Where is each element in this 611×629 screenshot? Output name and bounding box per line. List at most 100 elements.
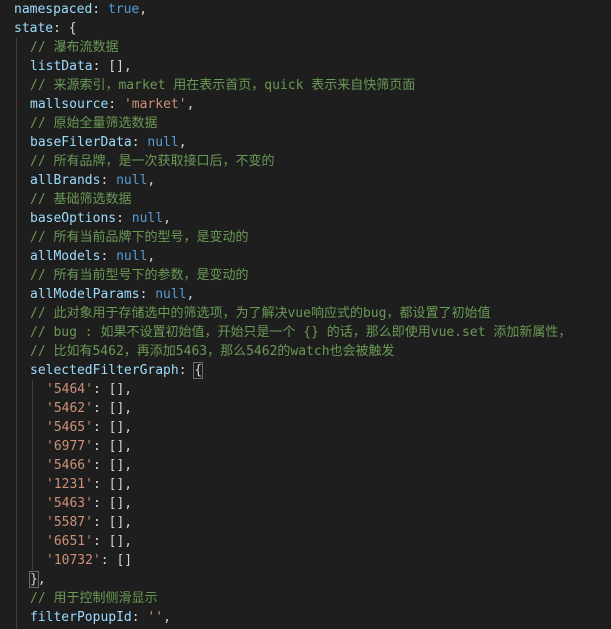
code-line: '1231': [], xyxy=(46,475,132,494)
code-token-key: namespaced xyxy=(14,2,93,17)
code-token-punct: : xyxy=(116,211,132,226)
code-line: namespaced: true, xyxy=(14,0,147,19)
code-line: '5462': [], xyxy=(46,399,132,418)
code-line: // bug : 如果不设置初始值，开始只是一个 {} 的话，那么即使用vue.… xyxy=(30,323,571,342)
code-token-punct: : [], xyxy=(92,477,133,492)
code-token-punct: : xyxy=(139,287,156,302)
code-line: '6651': [], xyxy=(46,532,132,551)
code-line: allModelParams: null, xyxy=(30,285,194,304)
code-token-punct: , xyxy=(163,211,171,226)
code-token-key: baseFilerData xyxy=(30,135,132,150)
code-token-punct: , xyxy=(186,287,195,302)
code-line: listData: [], xyxy=(30,57,132,76)
code-line: // 来源索引，market 用在表示首页，quick 表示来自快筛页面 xyxy=(30,76,415,95)
code-line: mallsource: 'market', xyxy=(30,95,194,114)
code-token-punct: : [], xyxy=(92,401,133,416)
code-token-str: 'market' xyxy=(123,97,187,112)
code-token-comment: // 来源索引，market 用在表示首页，quick 表示来自快筛页面 xyxy=(30,78,416,93)
code-token-comment: // 瀑布流数据 xyxy=(30,40,119,55)
code-token-punct: : xyxy=(178,363,195,378)
code-token-punct: : [], xyxy=(92,534,133,549)
code-line: // 所有品牌，是一次获取接口后，不变的 xyxy=(30,152,274,171)
code-line: baseFilerData: null, xyxy=(30,133,187,152)
indent-guide xyxy=(16,38,17,629)
code-line: '5465': [], xyxy=(46,418,132,437)
code-line: selectedFilterGraph: { xyxy=(30,361,204,380)
indent-guide xyxy=(32,380,33,570)
code-token-comment: // 基础筛选数据 xyxy=(30,192,132,207)
code-line: '5587': [], xyxy=(46,513,132,532)
code-token-key: allModels xyxy=(30,249,101,264)
code-line: filterPopupId: '', xyxy=(30,608,171,627)
code-line: // 所有当前品牌下的型号，是变动的 xyxy=(30,228,248,247)
code-token-kw: true xyxy=(107,2,140,17)
code-editor[interactable]: namespaced: true, state: { // 瀑布流数据 listDat… xyxy=(0,0,611,629)
code-token-punct: , xyxy=(147,249,156,264)
code-token-str: '5462' xyxy=(46,401,93,416)
code-token-punct: : xyxy=(100,249,117,264)
code-token-punct: : [], xyxy=(92,420,133,435)
code-line: // 瀑布流数据 xyxy=(30,38,118,57)
code-token-str: '1231' xyxy=(46,477,93,492)
code-token-punct: : { xyxy=(53,21,77,36)
code-token-punct: : [], xyxy=(92,458,133,473)
code-token-str: '' xyxy=(147,610,164,625)
code-token-punct: , xyxy=(147,173,156,188)
code-token-str: '6651' xyxy=(46,534,93,549)
code-token-kw: null xyxy=(116,249,148,264)
code-line: '6977': [], xyxy=(46,437,132,456)
code-line: allBrands: null, xyxy=(30,171,155,190)
code-token-str: '5587' xyxy=(46,515,93,530)
code-token-comment: // 用于控制侧滑显示 xyxy=(30,591,158,606)
code-token-punct: : xyxy=(131,135,148,150)
code-token-punct: , xyxy=(178,135,187,150)
code-token-key: baseOptions xyxy=(30,211,117,226)
code-token-punct: : xyxy=(131,610,148,625)
code-line: // 所有当前型号下的参数，是变动的 xyxy=(30,266,248,285)
code-token-key: selectedFilterGraph xyxy=(30,363,179,378)
code-token-kw: null xyxy=(116,173,148,188)
code-token-key: allBrands xyxy=(30,173,101,188)
code-token-comment: // 此对象用于存储选中的筛选项，为了解决vue响应式的bug，都设置了初始值 xyxy=(30,306,491,321)
code-line: '5463': [], xyxy=(46,494,132,513)
code-token-key: mallsource xyxy=(30,97,109,112)
code-line: // 用于控制侧滑显示 xyxy=(30,589,157,608)
code-line: // 基础筛选数据 xyxy=(30,190,131,209)
code-line: '5464': [], xyxy=(46,380,132,399)
code-token-str: '5466' xyxy=(46,458,93,473)
code-token-punct: , xyxy=(37,572,46,587)
code-token-str: '6977' xyxy=(46,439,93,454)
code-line: allModels: null, xyxy=(30,247,155,266)
code-token-punct: : [] xyxy=(100,553,133,568)
code-token-comment: // 所有品牌，是一次获取接口后，不变的 xyxy=(30,154,275,169)
code-token-punct: : [], xyxy=(92,382,133,397)
code-token-key: state xyxy=(14,21,54,36)
code-line: // 比如有5462，再添加5463，那么5462的watch也会被触发 xyxy=(30,342,395,361)
code-token-comment: // bug : 如果不设置初始值，开始只是一个 {} 的话，那么即使用vue.… xyxy=(30,325,572,340)
code-token-punct: : [], xyxy=(92,439,133,454)
code-token-str: '5465' xyxy=(46,420,93,435)
code-token-punct: : [], xyxy=(92,496,133,511)
code-token-punct: : [], xyxy=(92,515,133,530)
code-token-punct: : [], xyxy=(92,59,132,74)
code-line: // 原始全量筛选数据 xyxy=(30,114,157,133)
code-token-punct: : xyxy=(100,173,117,188)
code-token-punct: , xyxy=(139,2,148,17)
code-token-key: listData xyxy=(30,59,93,74)
code-line: // 此对象用于存储选中的筛选项，为了解决vue响应式的bug，都设置了初始值 xyxy=(30,304,490,323)
code-line: baseOptions: null, xyxy=(30,209,171,228)
code-line: '10732': [] xyxy=(46,551,132,570)
code-token-kw: null xyxy=(147,135,179,150)
code-token-punct: , xyxy=(186,97,195,112)
code-token-punct: : xyxy=(92,2,108,17)
code-token-comment: // 原始全量筛选数据 xyxy=(30,116,158,131)
code-token-key: filterPopupId xyxy=(30,610,132,625)
code-token-comment: // 所有当前品牌下的型号，是变动的 xyxy=(30,230,249,245)
code-token-str: '5464' xyxy=(46,382,93,397)
code-token-kw: null xyxy=(155,287,187,302)
code-token-str: '5463' xyxy=(46,496,93,511)
code-token-brace: { xyxy=(193,362,204,379)
code-token-str: '10732' xyxy=(46,553,101,568)
code-token-brace: } xyxy=(29,571,39,588)
code-line: '5466': [], xyxy=(46,456,132,475)
